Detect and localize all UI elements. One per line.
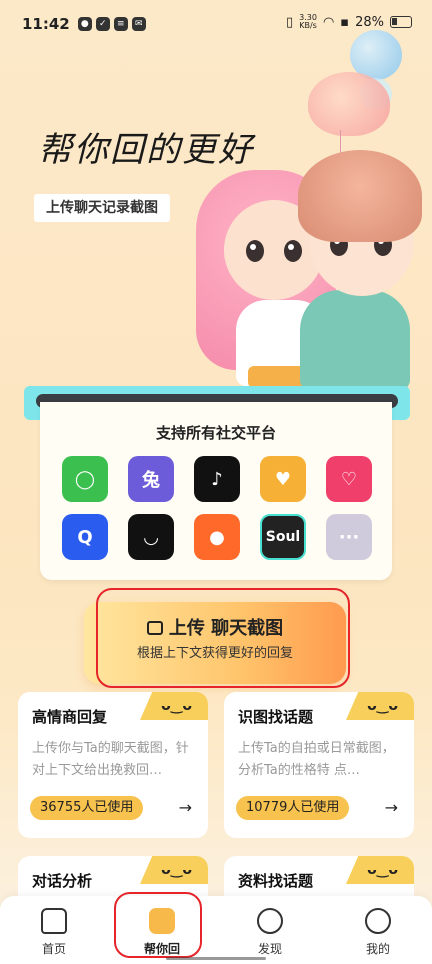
feature-title: 识图找话题 [238,708,314,726]
girl-eye [284,240,302,262]
girl-eye [246,240,264,262]
battery-icon [390,16,412,28]
highlight-box-tab [114,892,202,958]
feature-card-image-topic[interactable]: ᴗ‿ᴗ 识图找话题 上传Ta的自拍或日常截图，分析Ta的性格特 点… 10779… [224,692,414,838]
messages-icon: ✉ [131,17,146,31]
status-time: 11:42 [22,15,70,33]
highlight-box-upload [96,588,350,688]
wifi-icon: ◠ [322,14,335,30]
soul-app-icon: Soul [260,514,306,560]
smile-app-icon: ◡ [128,514,174,560]
platform-card: 支持所有社交平台 ◯ 兔 ♪ ♥ ♡ Q ◡ ● Soul ··· [40,402,392,580]
fox-app-icon: ● [194,514,240,560]
wechat-app-icon: ◯ [62,456,108,502]
boy-character-hair [298,150,422,242]
feature-title: 对话分析 [32,872,93,890]
bottom-tab-bar: 首页 帮你回 发现 我的 [0,896,432,964]
tab-label: 发现 [257,942,282,956]
chat-icon: ≡ [113,17,128,31]
rabbit-app-icon: 兔 [128,456,174,502]
feature-desc: 上传Ta的自拍或日常截图，分析Ta的性格特 点… [238,741,395,778]
discover-icon [257,908,283,934]
smile-face-icon: ᴗ‿ᴗ [161,698,192,714]
usage-count-badge: 36755人已使用 [30,796,144,820]
notification-icon: ● [77,17,92,31]
feature-card-high-eq-reply[interactable]: ᴗ‿ᴗ 高情商回复 上传你与Ta的聊天截图，针对上下文给出挽救回… 36755人… [18,692,208,838]
hands-app-icon: ♡ [326,456,372,502]
tab-label: 我的 [365,942,390,956]
smile-face-icon: ᴗ‿ᴗ [161,862,192,878]
vibrate-icon: ▯ [285,14,294,30]
arrow-right-icon[interactable]: → [179,798,192,817]
hero-title: 帮你回的更好 [38,130,254,170]
status-right: ▯ 3.30 KB/s ◠ ▪ 28% [286,14,412,30]
more-app-icon: ··· [326,514,372,560]
home-icon [41,908,67,934]
profile-icon [365,908,391,934]
tab-home[interactable]: 首页 [0,896,108,964]
check-icon: ✓ [95,17,110,31]
smile-face-icon: ᴗ‿ᴗ [367,698,398,714]
platform-card-title: 支持所有社交平台 [155,424,276,442]
tiktok-app-icon: ♪ [194,456,240,502]
net-speed-unit: KB/s [299,21,317,30]
sim-icon: ▪ [340,14,350,30]
duck-app-icon: ♥ [260,456,306,502]
smile-face-icon: ᴗ‿ᴗ [367,862,398,878]
arrow-right-icon[interactable]: → [385,798,398,817]
upload-history-chip[interactable]: 上传聊天记录截图 [34,194,170,222]
balloon-heart [308,72,390,136]
tab-discover[interactable]: 发现 [216,896,324,964]
battery-percent: 28% [355,14,384,30]
tab-mine[interactable]: 我的 [324,896,432,964]
home-indicator [166,957,266,960]
tab-label: 首页 [41,942,66,956]
q-app-icon: Q [62,514,108,560]
boy-character-body [300,290,410,390]
feature-title: 高情商回复 [32,708,108,726]
feature-title: 资料找话题 [238,872,314,890]
net-speed: 3.30 KB/s [299,14,317,30]
usage-count-badge: 10779人已使用 [236,796,350,820]
feature-desc: 上传你与Ta的聊天截图，针对上下文给出挽救回… [32,741,189,778]
